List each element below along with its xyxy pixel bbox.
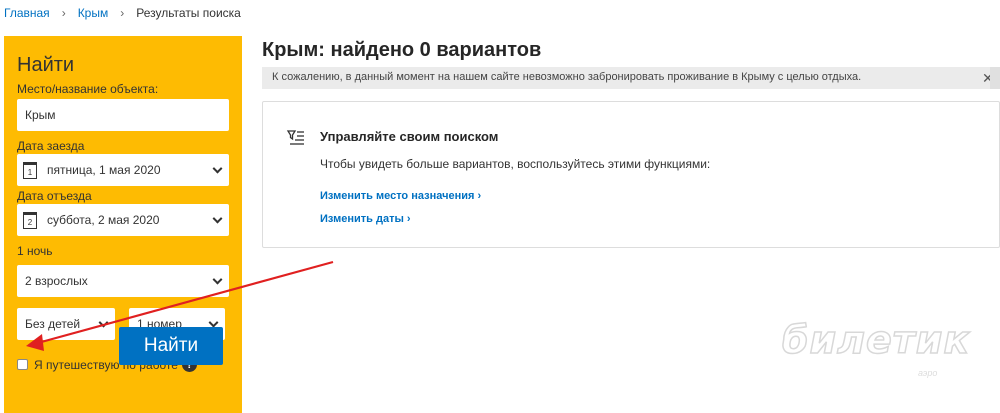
- annotation-arrow: [26, 260, 334, 351]
